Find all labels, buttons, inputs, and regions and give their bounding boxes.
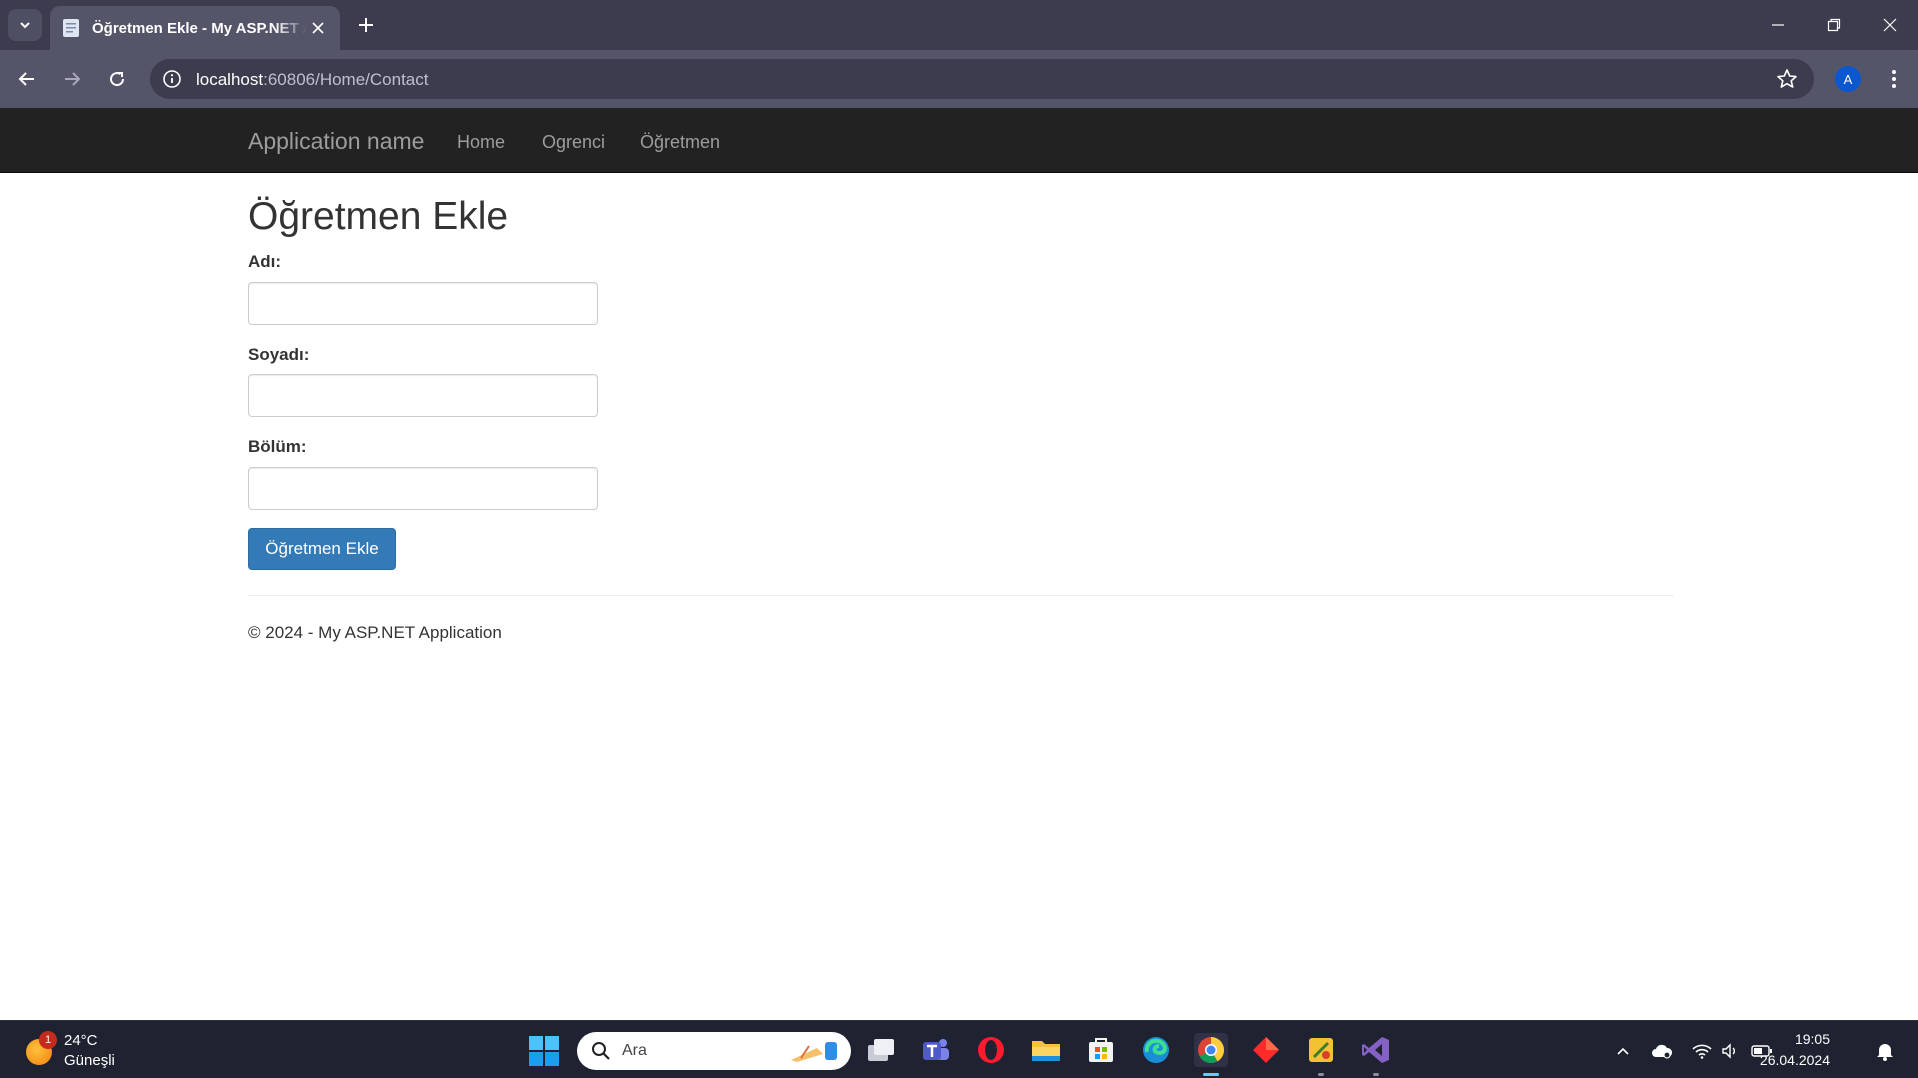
wifi-tray[interactable] xyxy=(1691,1040,1713,1062)
chrome-active-indicator xyxy=(1203,1073,1219,1076)
microsoft-store-button[interactable] xyxy=(1084,1033,1118,1067)
search-placeholder: Ara xyxy=(622,1042,647,1059)
app-icon xyxy=(1309,1038,1333,1062)
visual-studio-icon xyxy=(1362,1037,1389,1063)
opera-icon xyxy=(978,1037,1004,1063)
weather-condition: Güneşli xyxy=(64,1052,115,1069)
teams-button[interactable] xyxy=(919,1033,953,1067)
navbar-brand[interactable]: Application name xyxy=(248,128,424,155)
tab-title: Öğretmen Ekle - My ASP.NET Application xyxy=(92,19,307,37)
arrow-right-icon xyxy=(65,72,81,86)
search-icon xyxy=(592,1042,610,1060)
git-client-button[interactable] xyxy=(1249,1033,1283,1067)
teams-icon xyxy=(923,1039,949,1060)
nav-link-ogretmen[interactable]: Öğretmen xyxy=(640,132,720,153)
footer-copyright: © 2024 - My ASP.NET Application xyxy=(248,623,502,642)
url-path: :60806/Home/Contact xyxy=(263,70,429,89)
chrome-button[interactable] xyxy=(1194,1033,1228,1067)
last-name-input[interactable] xyxy=(248,374,598,417)
cloud-sync-icon xyxy=(1652,1044,1673,1059)
site-info-icon[interactable] xyxy=(162,69,182,89)
department-label: Bölüm: xyxy=(248,437,307,456)
volume-icon xyxy=(1722,1043,1735,1059)
weather-badge: 1 xyxy=(39,1031,57,1049)
notifications-button[interactable] xyxy=(1874,1040,1896,1062)
close-window-button[interactable] xyxy=(1868,8,1912,42)
opera-button[interactable] xyxy=(974,1033,1008,1067)
clock-date: 26.04.2024 xyxy=(1759,1052,1830,1068)
vs-running-indicator xyxy=(1373,1073,1379,1076)
reload-icon xyxy=(110,72,125,87)
nav-link-home[interactable]: Home xyxy=(457,132,505,153)
browser-menu-button[interactable] xyxy=(1880,65,1908,93)
url-host: localhost xyxy=(196,70,264,89)
nav-link-ogrenci[interactable]: Ogrenci xyxy=(542,132,605,153)
search-highlight-icon xyxy=(791,1042,837,1062)
edge-button[interactable] xyxy=(1139,1033,1173,1067)
visual-studio-button[interactable] xyxy=(1359,1033,1393,1067)
close-icon xyxy=(312,22,324,34)
minimize-button[interactable] xyxy=(1756,8,1800,42)
app-running-indicator xyxy=(1318,1073,1324,1076)
weather-temperature: 24°C xyxy=(64,1032,98,1049)
tab-close-button[interactable] xyxy=(308,18,328,38)
bell-icon xyxy=(1877,1044,1893,1061)
task-view-icon xyxy=(868,1039,894,1061)
footer-divider xyxy=(248,595,1674,596)
wifi-icon xyxy=(1692,1044,1712,1059)
chrome-icon xyxy=(1198,1037,1225,1064)
app-button[interactable] xyxy=(1304,1033,1338,1067)
restore-icon xyxy=(1827,18,1841,32)
microsoft-store-icon xyxy=(1089,1038,1113,1062)
profile-avatar[interactable]: A xyxy=(1835,66,1861,92)
site-navbar: Application name Home Ogrenci Öğretmen xyxy=(0,108,1918,173)
browser-toolbar: localhost:60806/Home/Contact A xyxy=(0,50,1918,108)
arrow-left-icon xyxy=(18,72,34,86)
page-favicon-icon xyxy=(63,19,79,37)
close-icon xyxy=(1883,18,1897,32)
plus-icon xyxy=(359,18,373,32)
browser-tab-strip: Öğretmen Ekle - My ASP.NET Application xyxy=(0,0,1918,50)
new-tab-button[interactable] xyxy=(352,11,380,39)
taskbar: 1 24°C Güneşli Ara 19:05 26.04.2024 xyxy=(0,1020,1918,1078)
file-explorer-icon xyxy=(1032,1041,1060,1061)
add-teacher-button[interactable]: Öğretmen Ekle xyxy=(248,528,396,570)
clock-time: 19:05 xyxy=(1794,1031,1830,1047)
task-view-button[interactable] xyxy=(864,1033,898,1067)
back-button[interactable] xyxy=(10,62,44,96)
chevron-down-icon xyxy=(20,22,30,29)
tab-search-button[interactable] xyxy=(8,9,42,41)
forward-button[interactable] xyxy=(55,62,89,96)
active-tab[interactable]: Öğretmen Ekle - My ASP.NET Application xyxy=(50,6,340,50)
taskbar-search[interactable]: Ara xyxy=(577,1032,851,1070)
file-explorer-button[interactable] xyxy=(1029,1033,1063,1067)
first-name-input[interactable] xyxy=(248,282,598,325)
first-name-label: Adı: xyxy=(248,252,282,271)
onedrive-tray[interactable] xyxy=(1651,1040,1673,1062)
restore-button[interactable] xyxy=(1812,8,1856,42)
chevron-up-icon xyxy=(1617,1047,1629,1055)
volume-tray[interactable] xyxy=(1719,1040,1741,1062)
show-hidden-icons-button[interactable] xyxy=(1612,1040,1634,1062)
more-vertical-icon xyxy=(1892,70,1896,88)
page-title: Öğretmen Ekle xyxy=(248,195,509,238)
url-text[interactable]: localhost:60806/Home/Contact xyxy=(196,70,429,90)
reload-button[interactable] xyxy=(100,62,134,96)
address-bar[interactable]: localhost:60806/Home/Contact xyxy=(150,59,1814,99)
edge-icon xyxy=(1143,1037,1169,1063)
department-input[interactable] xyxy=(248,467,598,510)
minimize-icon xyxy=(1772,24,1784,26)
git-icon xyxy=(1253,1037,1279,1063)
bookmark-star-icon[interactable] xyxy=(1776,68,1798,90)
windows-start-icon[interactable] xyxy=(528,1035,560,1067)
last-name-label: Soyadı: xyxy=(248,345,310,364)
